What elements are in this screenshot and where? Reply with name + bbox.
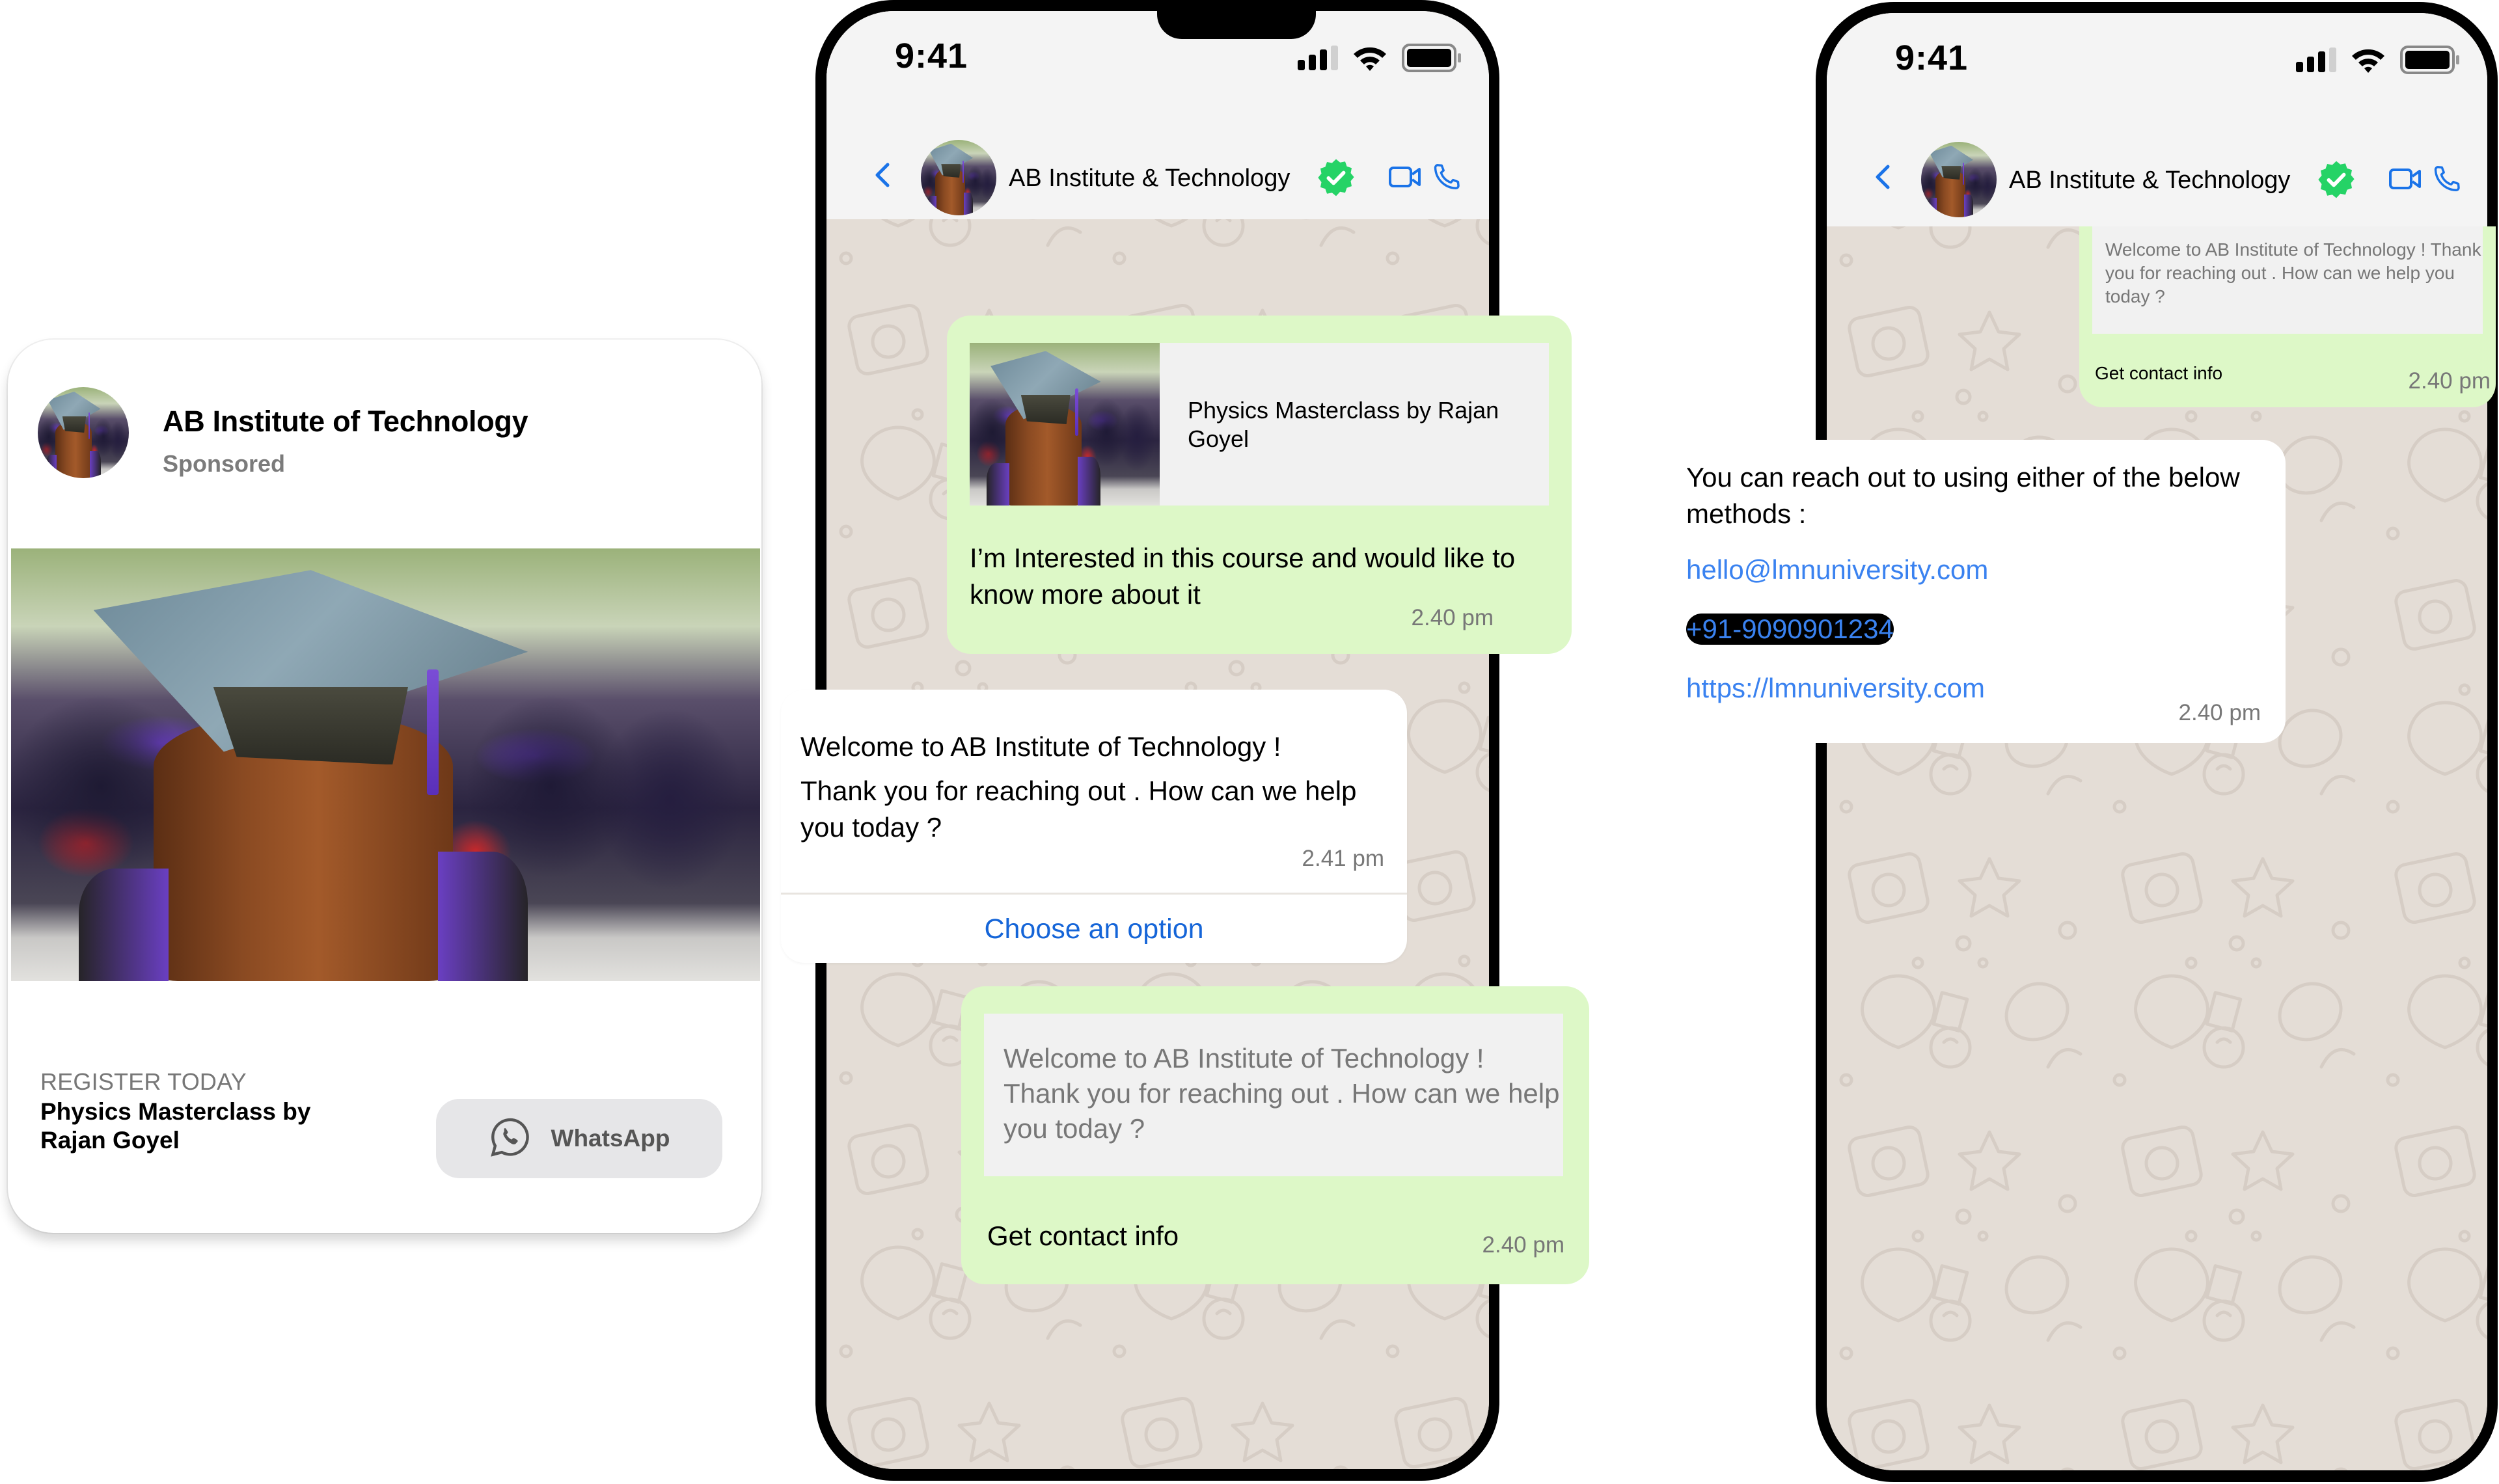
sponsored-label: Sponsored xyxy=(163,450,286,477)
ad-course-title: Physics Masterclass by Rajan Goyel xyxy=(40,1098,311,1153)
whatsapp-icon xyxy=(489,1116,532,1162)
battery-icon xyxy=(2400,46,2460,77)
verified-badge-icon xyxy=(2316,159,2356,203)
preview-title: Physics Masterclass by Rajan Goyel xyxy=(1188,397,1499,452)
outgoing-message-reply: Welcome to AB Institute of Technology ! … xyxy=(961,986,1589,1284)
quoted-message[interactable]: Welcome to AB Institute of Technology ! … xyxy=(984,1014,1563,1176)
graduation-photo xyxy=(11,548,760,981)
whatsapp-cta-button[interactable]: WhatsApp xyxy=(436,1099,722,1178)
message-time: 2.40 pm xyxy=(2408,368,2491,394)
message-text: Welcome to AB Institute of Technology ! … xyxy=(800,729,1373,846)
status-time: 9:41 xyxy=(1895,38,1969,77)
message-text: I’m Interested in this course and would … xyxy=(970,543,1516,610)
outgoing-message-course-interest: Physics Masterclass by Rajan Goyel I’m I… xyxy=(947,316,1572,654)
chat-header: AB Institute & Technology xyxy=(826,109,1489,219)
course-link-preview[interactable]: Physics Masterclass by Rajan Goyel xyxy=(970,343,1549,506)
ad-eyebrow: REGISTER TODAY xyxy=(40,1068,247,1095)
battery-icon xyxy=(1402,44,1462,75)
status-bar: 9:41 xyxy=(1827,13,2487,111)
verified-badge-icon xyxy=(1316,157,1356,201)
signal-icon xyxy=(1298,46,1338,74)
signal-icon xyxy=(2296,47,2336,75)
incoming-message-welcome: Welcome to AB Institute of Technology ! … xyxy=(781,690,1407,963)
sponsored-ad-card: AB Institute of Technology Sponsored REG… xyxy=(8,340,761,1233)
contact-avatar[interactable] xyxy=(921,140,996,215)
message-text: You can reach out to using either of the… xyxy=(1686,462,2240,529)
whatsapp-cta-label: WhatsApp xyxy=(551,1125,670,1152)
phone-link[interactable]: +91-9090901234 xyxy=(1686,614,1894,645)
contact-avatar[interactable] xyxy=(1921,142,1997,217)
message-line-1: Welcome to AB Institute of Technology ! xyxy=(800,731,1281,762)
video-call-icon[interactable] xyxy=(1389,166,1421,191)
choose-option-button[interactable]: Choose an option xyxy=(781,897,1407,962)
wifi-icon xyxy=(1352,45,1387,74)
avatar-photo xyxy=(921,140,996,215)
message-time: 2.41 pm xyxy=(1302,846,1384,871)
contact-name[interactable]: AB Institute & Technology xyxy=(2009,167,2290,195)
email-link[interactable]: hello@lmnuniversity.com xyxy=(1686,554,1988,586)
message-text: Get contact info xyxy=(987,1221,1179,1251)
message-time: 2.40 pm xyxy=(2178,700,2261,725)
message-line-2: Thank you for reaching out . How can we … xyxy=(800,776,1357,843)
website-link[interactable]: https://lmnuniversity.com xyxy=(1686,673,1985,704)
message-text: Get contact info xyxy=(2095,363,2223,383)
page-avatar[interactable] xyxy=(38,387,129,478)
phone-notch xyxy=(1157,11,1316,39)
incoming-message-contact-info: You can reach out to using either of the… xyxy=(1662,440,2286,743)
outgoing-message-reply: Welcome to AB Institute of Technology ! … xyxy=(2079,226,2496,407)
chat-header: AB Institute & Technology xyxy=(1827,111,2487,226)
quoted-text: Welcome to AB Institute of Technology ! … xyxy=(1004,1043,1560,1144)
bubble-divider xyxy=(781,893,1407,895)
quoted-message[interactable]: Welcome to AB Institute of Technology ! … xyxy=(2092,226,2483,334)
wifi-icon xyxy=(2351,47,2386,76)
thumbnail-photo xyxy=(970,343,1160,506)
ad-creative-image[interactable] xyxy=(11,548,760,981)
status-bar: 9:41 xyxy=(826,11,1489,109)
chevron-left-icon[interactable] xyxy=(873,162,890,191)
chevron-left-icon[interactable] xyxy=(1874,164,1891,193)
video-call-icon[interactable] xyxy=(2389,168,2422,193)
contact-name[interactable]: AB Institute & Technology xyxy=(1009,165,1290,193)
phone-call-icon[interactable] xyxy=(1432,162,1462,195)
quoted-text: Welcome to AB Institute of Technology ! … xyxy=(2105,239,2481,306)
message-time: 2.40 pm xyxy=(1411,605,1494,630)
avatar-photo xyxy=(1921,142,1997,217)
preview-thumbnail xyxy=(970,343,1160,506)
phone-call-icon[interactable] xyxy=(2432,164,2462,197)
status-time: 9:41 xyxy=(895,36,968,75)
avatar-photo xyxy=(38,387,129,478)
message-time: 2.40 pm xyxy=(1482,1232,1564,1258)
page-name[interactable]: AB Institute of Technology xyxy=(163,405,528,438)
